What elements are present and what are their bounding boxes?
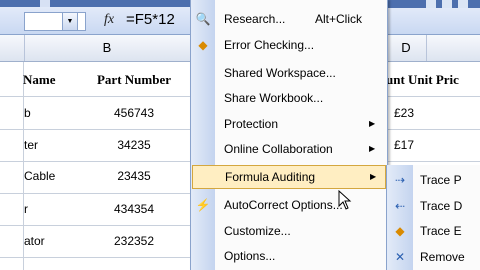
- trace-dependents-icon: ⇠: [394, 199, 406, 213]
- header-name[interactable]: Name: [23, 72, 56, 88]
- menu-item-label: Research...: [224, 12, 286, 26]
- column-header-e[interactable]: [426, 35, 480, 61]
- cell-name[interactable]: b: [24, 106, 31, 120]
- minimize-button[interactable]: [426, 0, 436, 8]
- menu-item-research[interactable]: 🔍 Research... Alt+Click: [191, 7, 387, 31]
- menu-item-label: Online Collaboration: [224, 142, 333, 156]
- submenu-item-remove-arrows[interactable]: ✕ Remove: [387, 244, 480, 270]
- submenu-item-trace-dependents[interactable]: ⇠ Trace D: [387, 193, 480, 219]
- column-header-a[interactable]: [0, 35, 25, 61]
- menu-item-label: Customize...: [224, 224, 291, 238]
- window-controls: [386, 0, 480, 8]
- mouse-cursor-icon: [338, 190, 352, 210]
- column-header-b[interactable]: B: [24, 35, 191, 61]
- menu-item-label: Options...: [224, 249, 276, 263]
- submenu-item-trace-precedents[interactable]: ⇢ Trace P: [387, 167, 480, 193]
- header-unit-price[interactable]: unt Unit Pric: [386, 72, 459, 88]
- menu-item-label: Error Checking...: [224, 38, 315, 52]
- menu-item-label: AutoCorrect Options...: [224, 198, 343, 212]
- toolbar-dropdown[interactable]: [40, 0, 50, 7]
- cell-name[interactable]: ator: [24, 234, 45, 248]
- formula-input[interactable]: =F5*12: [126, 10, 175, 30]
- trace-error-icon: ◆: [395, 224, 405, 238]
- menu-item-share-workbook[interactable]: Share Workbook...: [191, 86, 387, 110]
- menu-item-error-checking[interactable]: ◆ Error Checking...: [191, 33, 387, 57]
- menu-item-protection[interactable]: Protection ▶: [191, 112, 387, 136]
- menu-item-label: Share Workbook...: [224, 91, 324, 105]
- menu-item-label: Shared Workspace...: [224, 66, 336, 80]
- menu-item-formula-auditing[interactable]: Formula Auditing ▶: [192, 165, 386, 189]
- menu-item-label: Formula Auditing: [225, 170, 316, 184]
- name-box-dropdown[interactable]: ▼: [62, 12, 78, 31]
- research-icon: 🔍: [195, 12, 211, 26]
- cell-part[interactable]: 34235: [72, 138, 196, 152]
- menu-item-options[interactable]: Options...: [191, 244, 387, 268]
- cell-price[interactable]: £23: [394, 106, 414, 120]
- toolbar-strip: [0, 0, 190, 7]
- menu-item-label: Protection: [224, 117, 279, 131]
- formula-auditing-submenu: ⇢ Trace P ⇠ Trace D ◆ Trace E ✕ Remove: [386, 165, 480, 270]
- restore-button[interactable]: [442, 0, 452, 8]
- menu-item-shared-workspace[interactable]: Shared Workspace...: [191, 61, 387, 85]
- cell-name[interactable]: Cable: [24, 169, 55, 183]
- submenu-arrow-icon: ▶: [370, 172, 377, 181]
- cell-part[interactable]: 456743: [72, 106, 196, 120]
- remove-arrows-icon: ✕: [394, 250, 406, 264]
- error-checking-icon: ◆: [198, 38, 208, 52]
- menu-item-customize[interactable]: Customize...: [191, 219, 387, 243]
- submenu-item-label: Trace P: [420, 173, 462, 187]
- submenu-item-label: Trace D: [420, 199, 463, 213]
- header-part-number[interactable]: Part Number: [72, 72, 196, 88]
- submenu-arrow-icon: ▶: [369, 119, 376, 128]
- close-button[interactable]: [458, 0, 468, 8]
- cell-part[interactable]: 23435: [72, 169, 196, 183]
- submenu-arrow-icon: ▶: [369, 144, 376, 153]
- menu-item-online-collaboration[interactable]: Online Collaboration ▶: [191, 137, 387, 161]
- insert-function-icon[interactable]: fx: [104, 10, 122, 30]
- submenu-item-trace-error[interactable]: ◆ Trace E: [387, 218, 480, 244]
- cell-part[interactable]: 434354: [72, 202, 196, 216]
- menu-item-shortcut: Alt+Click: [315, 12, 363, 26]
- trace-precedents-icon: ⇢: [394, 173, 406, 187]
- cell-name[interactable]: r: [24, 202, 28, 216]
- submenu-item-label: Trace E: [420, 224, 462, 238]
- cell-part[interactable]: 232352: [72, 234, 196, 248]
- autocorrect-icon: ⚡: [195, 198, 211, 212]
- cell-name[interactable]: ter: [24, 138, 38, 152]
- tools-menu: 🔍 Research... Alt+Click ◆ Error Checking…: [190, 0, 388, 270]
- menu-item-autocorrect-options[interactable]: ⚡ AutoCorrect Options...: [191, 193, 387, 217]
- cell-price[interactable]: £17: [394, 138, 414, 152]
- column-header-d[interactable]: D: [386, 35, 427, 61]
- submenu-item-label: Remove: [420, 250, 465, 264]
